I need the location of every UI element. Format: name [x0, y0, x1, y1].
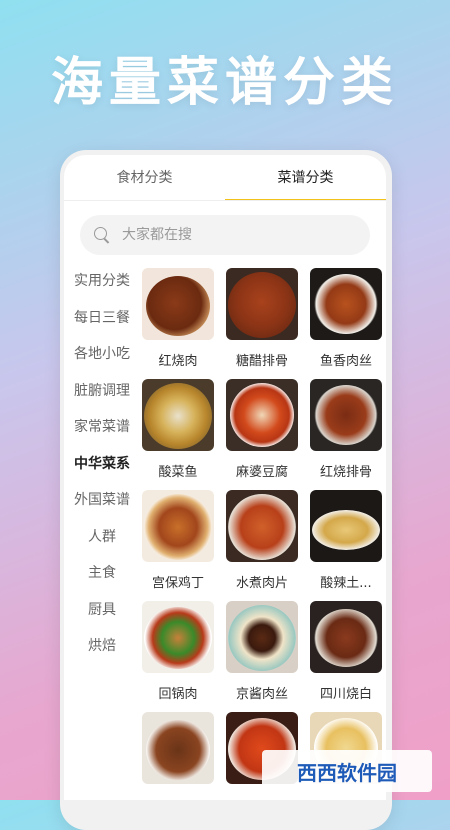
sidebar-item-staple-food[interactable]: 主食	[64, 555, 140, 592]
recipe-card[interactable]: 红烧排骨	[310, 379, 382, 490]
recipe-image	[142, 268, 214, 340]
recipe-card[interactable]: 酸菜鱼	[142, 379, 214, 490]
recipe-image	[142, 379, 214, 451]
tab-divider	[64, 200, 386, 201]
sidebar-item-organ-care[interactable]: 脏腑调理	[64, 373, 140, 410]
recipe-name: 红烧肉	[158, 354, 198, 369]
tab-bar: 食材分类 菜谱分类	[64, 155, 386, 201]
sidebar-item-people[interactable]: 人群	[64, 519, 140, 556]
search-bar[interactable]	[80, 215, 370, 255]
recipe-image	[226, 490, 298, 562]
recipe-name: 京酱肉丝	[235, 687, 288, 702]
sidebar-item-foreign-recipes[interactable]: 外国菜谱	[64, 482, 140, 519]
recipe-card[interactable]: 宫保鸡丁	[142, 490, 214, 601]
recipe-card[interactable]: 回锅肉	[142, 601, 214, 712]
app-screen: 食材分类 菜谱分类 实用分类 每日三餐 各地小吃 脏腑调理 家常菜谱 中华菜系 …	[64, 155, 386, 800]
recipe-card[interactable]: 水煮肉片	[226, 490, 298, 601]
recipe-name: 鱼香肉丝	[319, 354, 372, 369]
sidebar-item-kitchenware[interactable]: 厨具	[64, 592, 140, 629]
recipe-card[interactable]: 四川烧白	[310, 601, 382, 712]
category-sidebar: 实用分类 每日三餐 各地小吃 脏腑调理 家常菜谱 中华菜系 外国菜谱 人群 主食…	[64, 263, 140, 665]
watermark-logo: 西西软件园	[262, 750, 432, 792]
recipe-name: 宫保鸡丁	[151, 576, 204, 591]
tab-recipe-category[interactable]: 菜谱分类	[225, 155, 386, 201]
recipe-card[interactable]: 鱼香肉丝	[310, 268, 382, 379]
recipe-grid: 红烧肉 糖醋排骨 鱼香肉丝 酸菜鱼 麻婆豆腐 红烧排骨 宫保鸡丁 水煮肉片 酸辣…	[142, 268, 382, 800]
banner-title: 海量菜谱分类	[50, 53, 399, 113]
recipe-name: 糖醋排骨	[235, 354, 288, 369]
recipe-image	[226, 268, 298, 340]
recipe-image	[226, 601, 298, 673]
recipe-image	[142, 712, 214, 784]
recipe-name: 酸菜鱼	[158, 465, 198, 480]
sidebar-item-local-snacks[interactable]: 各地小吃	[64, 336, 140, 373]
tab-ingredient-category[interactable]: 食材分类	[64, 155, 225, 201]
recipe-image	[310, 490, 382, 562]
recipe-image	[310, 268, 382, 340]
recipe-image	[142, 490, 214, 562]
sidebar-item-baking[interactable]: 烘焙	[64, 628, 140, 665]
sidebar-item-daily-meals[interactable]: 每日三餐	[64, 300, 140, 337]
recipe-name: 红烧排骨	[319, 465, 372, 480]
recipe-card[interactable]: 红烧肉	[142, 268, 214, 379]
recipe-image	[142, 601, 214, 673]
search-icon	[94, 227, 110, 244]
recipe-name: 四川烧白	[319, 687, 372, 702]
recipe-image	[226, 379, 298, 451]
recipe-card[interactable]: 麻婆豆腐	[226, 379, 298, 490]
recipe-image	[310, 601, 382, 673]
sidebar-item-home-cooking[interactable]: 家常菜谱	[64, 409, 140, 446]
recipe-card[interactable]: 京酱肉丝	[226, 601, 298, 712]
sidebar-item-chinese-cuisine[interactable]: 中华菜系	[64, 446, 140, 483]
recipe-name: 水煮肉片	[235, 576, 288, 591]
recipe-name: 回锅肉	[158, 687, 198, 702]
recipe-card[interactable]: 酸辣土...	[310, 490, 382, 601]
search-input[interactable]	[120, 226, 354, 244]
watermark-text: 西西软件园	[297, 760, 397, 785]
recipe-card[interactable]	[142, 712, 214, 800]
recipe-name: 麻婆豆腐	[235, 465, 288, 480]
recipe-name: 酸辣土...	[320, 576, 372, 591]
recipe-card[interactable]: 糖醋排骨	[226, 268, 298, 379]
sidebar-item-practical[interactable]: 实用分类	[64, 263, 140, 300]
recipe-image	[310, 379, 382, 451]
